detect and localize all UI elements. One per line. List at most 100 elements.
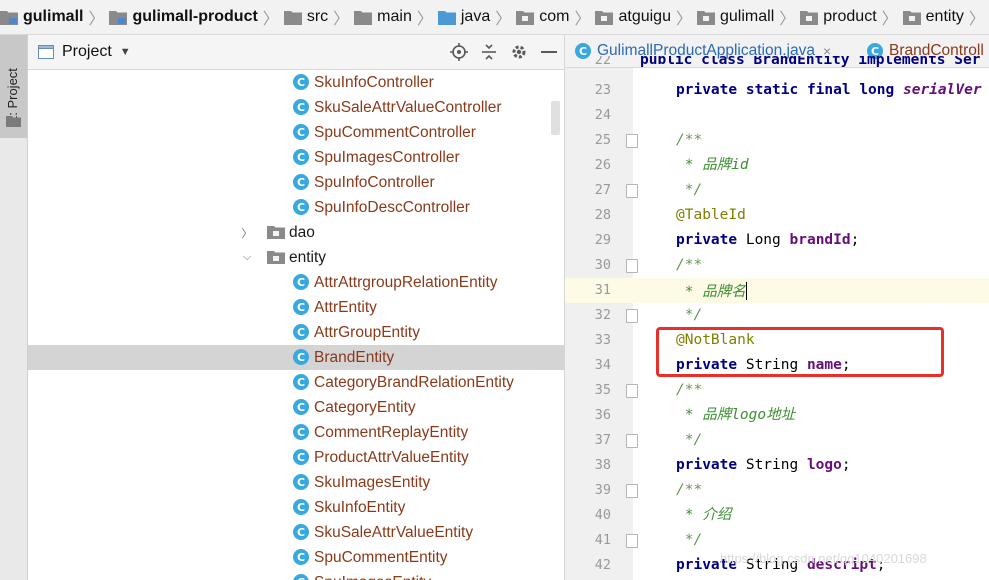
breadcrumb-item[interactable]: product xyxy=(800,0,877,34)
class-icon: C xyxy=(293,99,309,115)
tree-item-label: SpuImagesController xyxy=(314,148,460,166)
project-panel-header: Project ▼ xyxy=(28,35,564,70)
tree-item[interactable]: C CategoryEntity xyxy=(28,395,564,420)
code-token: String xyxy=(745,457,807,473)
tree-item[interactable]: C SpuInfoDescController xyxy=(28,195,564,220)
tree-item[interactable]: C SpuImagesEntity xyxy=(28,570,564,580)
gear-icon[interactable] xyxy=(504,35,534,69)
left-tool-strip: 1: Project xyxy=(0,35,28,580)
code-token: ; xyxy=(850,232,860,248)
tree-item[interactable]: C SkuInfoController xyxy=(28,70,564,95)
chevron-right-icon: 〉 xyxy=(779,11,796,28)
breadcrumb-item[interactable]: atguigu xyxy=(595,0,671,34)
tree-item[interactable]: C AttrEntity xyxy=(28,295,564,320)
line-number: 32 xyxy=(594,307,611,323)
code-token: Long xyxy=(745,232,790,248)
line-number: 35 xyxy=(594,382,611,398)
fold-marker-icon[interactable] xyxy=(626,259,638,273)
tree-item[interactable]: C SkuSaleAttrValueEntity xyxy=(28,520,564,545)
code-line[interactable]: */ xyxy=(676,178,702,203)
tree-item[interactable]: C AttrGroupEntity xyxy=(28,320,564,345)
project-panel: Project ▼ C SkuInfoController C SkuSaleAttr… xyxy=(28,35,565,580)
code-line[interactable]: /** xyxy=(676,253,702,278)
code-line[interactable]: private Long brandId; xyxy=(676,228,859,253)
code-line[interactable]: * 品牌id xyxy=(676,153,749,178)
code-line[interactable]: */ xyxy=(676,428,702,453)
breadcrumb-item[interactable]: gulimall xyxy=(0,0,83,34)
tree-item-label: CategoryEntity xyxy=(314,398,416,416)
fold-marker-icon[interactable] xyxy=(626,534,638,548)
code-line[interactable]: /** xyxy=(676,478,702,503)
tree-item[interactable]: C SkuSaleAttrValueController xyxy=(28,95,564,120)
breadcrumb-label: src xyxy=(306,8,329,25)
code-line[interactable]: private String logo; xyxy=(676,453,851,478)
line-number: 29 xyxy=(594,232,611,248)
code-line[interactable]: */ xyxy=(676,303,702,328)
line-number: 37 xyxy=(594,432,611,448)
tree-item[interactable]: C SpuCommentController xyxy=(28,120,564,145)
breadcrumb-item[interactable]: java xyxy=(437,0,490,34)
collapse-all-icon[interactable] xyxy=(474,35,504,69)
tree-scrollbar[interactable] xyxy=(551,101,560,135)
locate-icon[interactable] xyxy=(444,35,474,69)
tree-item[interactable]: C CommentReplayEntity xyxy=(28,420,564,445)
fold-marker-icon[interactable] xyxy=(626,309,638,323)
tree-item[interactable]: C SpuInfoController xyxy=(28,170,564,195)
chevron-right-icon: 〉 xyxy=(88,11,105,28)
code-line[interactable]: * 品牌名 xyxy=(676,278,747,303)
code-token: private xyxy=(676,457,746,473)
code-line[interactable]: * 品牌logo地址 xyxy=(676,403,795,428)
fold-marker-icon[interactable] xyxy=(626,434,638,448)
code-line[interactable]: private static final long serialVer xyxy=(676,78,982,103)
minimize-icon[interactable] xyxy=(534,35,564,69)
tree-item[interactable]: 〉 dao xyxy=(28,220,564,245)
chevron-right-icon[interactable]: 〉 xyxy=(241,220,253,245)
chevron-right-icon: 〉 xyxy=(262,11,279,28)
tree-item[interactable]: C SkuImagesEntity xyxy=(28,470,564,495)
tree-item[interactable]: C SpuImagesController xyxy=(28,145,564,170)
code-line[interactable]: * 介绍 xyxy=(676,503,731,528)
tree-item[interactable]: C SkuInfoEntity xyxy=(28,495,564,520)
code-token: /** xyxy=(676,482,703,498)
tree-item[interactable]: ⌵ entity xyxy=(28,245,564,270)
code-token: serialVer xyxy=(902,82,982,98)
project-panel-title[interactable]: Project xyxy=(62,43,112,61)
package-icon xyxy=(902,10,921,25)
chevron-down-icon[interactable]: ⌵ xyxy=(241,245,253,270)
code-line[interactable]: */ xyxy=(676,528,702,553)
line-number: 30 xyxy=(594,257,611,273)
tree-item[interactable]: C BrandEntity xyxy=(28,345,564,370)
code-line[interactable]: /** xyxy=(676,378,702,403)
highlight-box xyxy=(656,327,944,377)
tree-item[interactable]: C ProductAttrValueEntity xyxy=(28,445,564,470)
breadcrumb-label: main xyxy=(377,8,412,25)
line-number: 40 xyxy=(594,507,611,523)
breadcrumb-item[interactable]: gulimall-product xyxy=(109,0,258,34)
code-token: */ xyxy=(676,182,703,198)
fold-marker-icon[interactable] xyxy=(626,184,638,198)
code-token: ; xyxy=(841,457,851,473)
package-icon xyxy=(516,10,535,25)
breadcrumb-item[interactable]: entity xyxy=(902,0,964,34)
module-folder-icon xyxy=(109,10,128,25)
breadcrumb-item[interactable]: com xyxy=(516,0,569,34)
breadcrumb-item[interactable]: main xyxy=(354,0,412,34)
breadcrumb-item[interactable]: gulimall xyxy=(697,0,774,34)
line-number: 26 xyxy=(594,157,611,173)
tree-item[interactable]: C AttrAttrgroupRelationEntity xyxy=(28,270,564,295)
fold-marker-icon[interactable] xyxy=(626,134,638,148)
fold-marker-icon[interactable] xyxy=(626,484,638,498)
tree-item-label: SpuCommentController xyxy=(314,123,476,141)
chevron-right-icon: 〉 xyxy=(574,11,591,28)
tree-item[interactable]: C CategoryBrandRelationEntity xyxy=(28,370,564,395)
package-icon xyxy=(800,10,819,25)
breadcrumb-item[interactable]: src xyxy=(283,0,329,34)
chevron-down-icon[interactable]: ▼ xyxy=(120,46,131,58)
class-icon: C xyxy=(293,574,309,580)
tree-item[interactable]: C SpuCommentEntity xyxy=(28,545,564,570)
code-line-partial: public class BrandEntity implements Ser xyxy=(640,56,981,68)
fold-marker-icon[interactable] xyxy=(626,384,638,398)
code-line[interactable]: /** xyxy=(676,128,702,153)
code-line[interactable]: @TableId xyxy=(676,203,746,228)
project-tool-tab[interactable]: 1: Project xyxy=(0,35,27,138)
